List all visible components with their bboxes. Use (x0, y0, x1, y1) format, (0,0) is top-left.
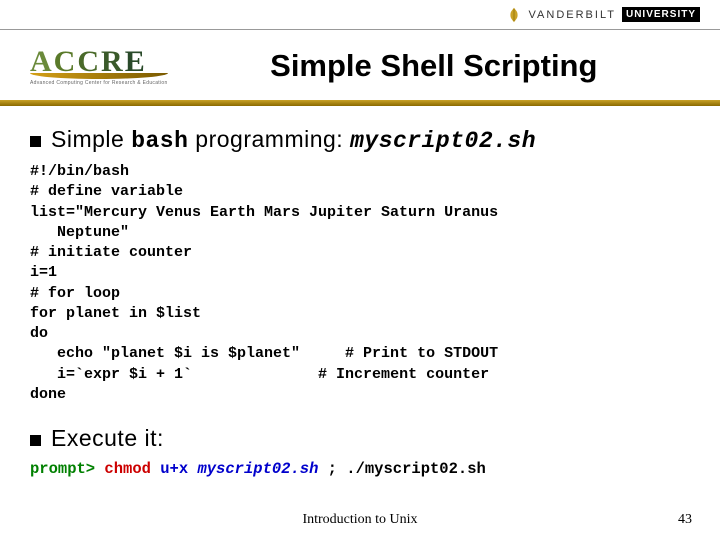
cmd-span: ./myscript02.sh (346, 460, 486, 478)
code-line: i=`expr $i + 1` (30, 366, 192, 383)
code-line: list="Mercury Venus Earth Mars Jupiter S… (30, 204, 498, 221)
text-span: Simple (51, 126, 131, 152)
oak-leaf-icon (505, 6, 523, 24)
vanderbilt-brand: VANDERBILT UNIVERSITY (505, 6, 700, 24)
bullet-1-text: Simple bash programming: myscript02.sh (51, 126, 536, 154)
code-line: do (30, 325, 48, 342)
code-line: # initiate counter (30, 244, 192, 261)
vanderbilt-text: VANDERBILT (529, 9, 616, 21)
bullet-square-icon (30, 136, 41, 147)
exec-line: prompt> chmod u+x myscript02.sh ; ./mysc… (30, 460, 690, 478)
cmd-span: chmod (104, 460, 160, 478)
bullet-2: Execute it: (30, 425, 690, 452)
footer-title: Introduction to Unix (302, 512, 417, 528)
code-span: bash (131, 128, 188, 154)
content-area: Simple bash programming: myscript02.sh #… (0, 106, 720, 478)
code-line: # for loop (30, 285, 120, 302)
footer: Introduction to Unix 43 (0, 512, 720, 528)
text-span: programming: (188, 126, 350, 152)
code-line: Neptune" (30, 224, 129, 241)
code-line: # define variable (30, 183, 183, 200)
top-banner: VANDERBILT UNIVERSITY (0, 0, 720, 30)
header-row: ACCRE Advanced Computing Center for Rese… (0, 30, 720, 102)
filename-span: myscript02.sh (350, 128, 536, 154)
filename-span: myscript02.sh (197, 460, 318, 478)
bullet-2-text: Execute it: (51, 425, 164, 452)
bullet-1: Simple bash programming: myscript02.sh (30, 126, 690, 154)
code-comment: # Increment counter (192, 366, 489, 383)
slide-title: Simple Shell Scripting (188, 48, 700, 84)
prompt-span: prompt> (30, 460, 104, 478)
text-span: ; (318, 460, 346, 478)
bullet-square-icon (30, 435, 41, 446)
code-line: for planet in $list (30, 305, 201, 322)
page-number: 43 (678, 512, 692, 528)
flags-span: u+x (160, 460, 188, 478)
university-badge: UNIVERSITY (622, 7, 700, 22)
code-line: done (30, 386, 66, 403)
accre-swoosh-icon (30, 73, 168, 79)
code-line: echo "planet $i is $planet" (30, 345, 300, 362)
code-line: i=1 (30, 264, 57, 281)
code-line: #!/bin/bash (30, 163, 129, 180)
code-comment: # Print to STDOUT (300, 345, 498, 362)
accre-logo: ACCRE Advanced Computing Center for Rese… (30, 47, 168, 86)
code-block: #!/bin/bash # define variable list="Merc… (30, 162, 690, 405)
accre-subtitle: Advanced Computing Center for Research &… (30, 81, 168, 86)
